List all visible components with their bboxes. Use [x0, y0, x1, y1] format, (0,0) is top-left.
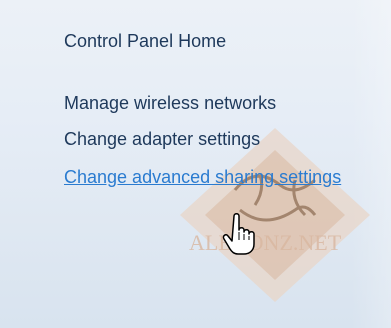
control-panel-home-link[interactable]: Control Panel Home [64, 30, 374, 52]
watermark-text: ALBRONZ.NET [189, 230, 342, 255]
task-list: Control Panel Home Manage wireless netwo… [64, 30, 374, 189]
manage-wireless-networks-link[interactable]: Manage wireless networks [64, 92, 374, 114]
change-adapter-settings-link[interactable]: Change adapter settings [64, 128, 374, 150]
change-advanced-sharing-settings-link[interactable]: Change advanced sharing settings [64, 165, 354, 189]
navigation-pane: ALBRONZ.NET Control Panel Home Manage wi… [0, 0, 391, 328]
hand-cursor-icon [222, 213, 255, 255]
